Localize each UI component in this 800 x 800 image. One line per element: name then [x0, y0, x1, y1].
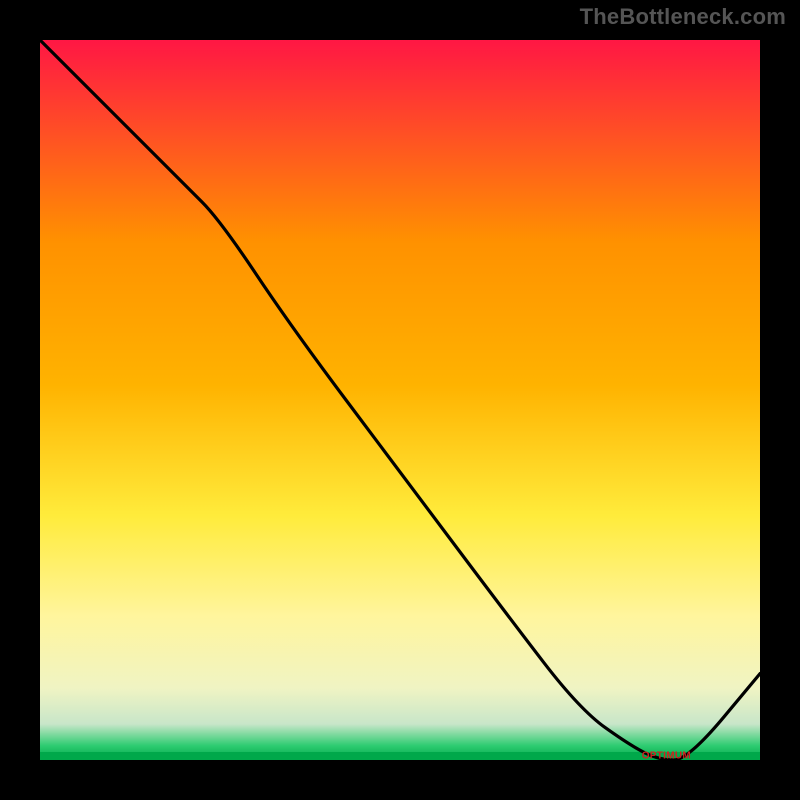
bottleneck-curve [40, 40, 760, 760]
optimum-marker-label: OPTIMUM [642, 751, 691, 762]
chart-stage: TheBottleneck.com [0, 0, 800, 800]
watermark-text: TheBottleneck.com [580, 4, 786, 30]
plot-area: OPTIMUM [40, 40, 760, 760]
